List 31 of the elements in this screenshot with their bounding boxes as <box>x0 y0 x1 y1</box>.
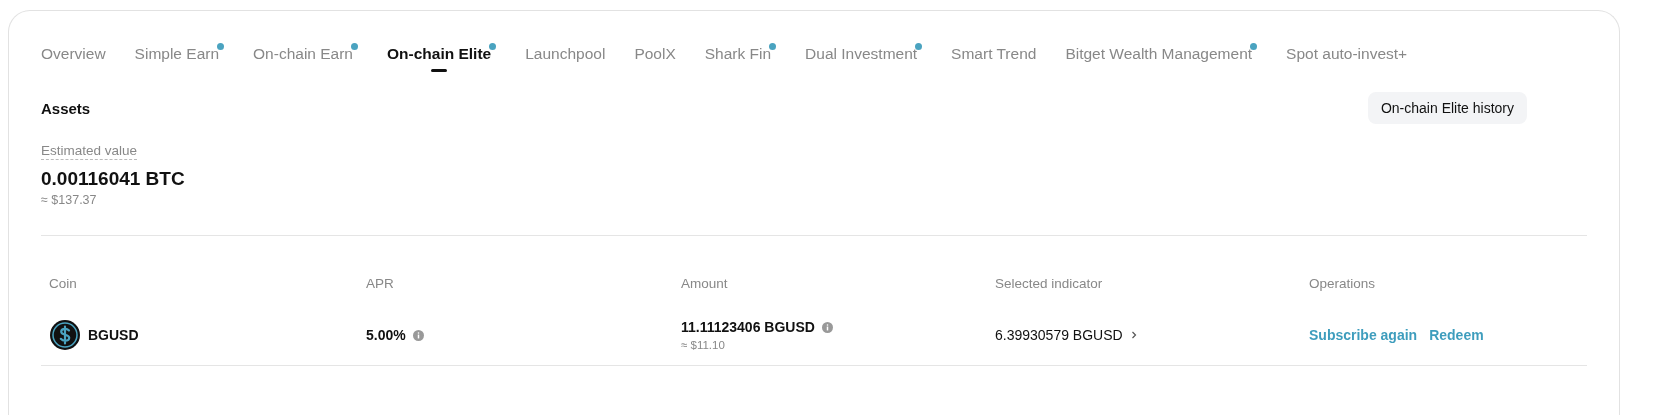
dollar-coin-icon <box>49 319 81 351</box>
tab[interactable]: On-chain Earn <box>253 43 353 73</box>
info-icon[interactable] <box>412 329 424 341</box>
column-header: Amount <box>681 276 729 291</box>
total-value: 0.00116041 BTC <box>41 168 186 190</box>
section-title: Assets <box>41 99 91 117</box>
tab[interactable]: Bitget Wealth Management <box>1065 43 1253 73</box>
tab[interactable]: Spot auto-invest+ <box>1286 43 1408 73</box>
action-link[interactable]: Subscribe again <box>1309 327 1418 343</box>
action-link[interactable]: Redeem <box>1429 327 1484 343</box>
tab[interactable]: Overview <box>41 43 106 73</box>
column-header: Selected indicator <box>995 276 1104 291</box>
column-header: APR <box>366 276 395 291</box>
apr-value: 5.00% <box>366 327 406 343</box>
tab[interactable]: Launchpool <box>525 43 606 73</box>
coin-name: BGUSD <box>88 327 139 343</box>
tab[interactable]: PoolX <box>634 43 676 73</box>
tab[interactable]: Shark Fin <box>704 43 772 73</box>
history-button[interactable]: On-chain Elite history <box>1367 92 1527 124</box>
indicator-value[interactable]: 6.39930579 BGUSD <box>995 327 1123 343</box>
tab[interactable]: Smart Trend <box>951 43 1037 73</box>
column-header: Operations <box>1309 276 1377 291</box>
chevron-right-icon[interactable] <box>1129 330 1138 340</box>
estimated-value-label: Estimated value <box>41 143 138 160</box>
info-icon[interactable] <box>821 321 833 333</box>
amount-fiat: ≈ $11.10 <box>681 339 726 351</box>
amount-value: 11.11123406 BGUSD <box>681 319 815 335</box>
tab[interactable]: Simple Earn <box>134 43 220 73</box>
fiat-value: ≈ $137.37 <box>41 193 98 207</box>
column-header: Coin <box>49 276 78 291</box>
tab[interactable]: Dual Investment <box>805 43 918 73</box>
